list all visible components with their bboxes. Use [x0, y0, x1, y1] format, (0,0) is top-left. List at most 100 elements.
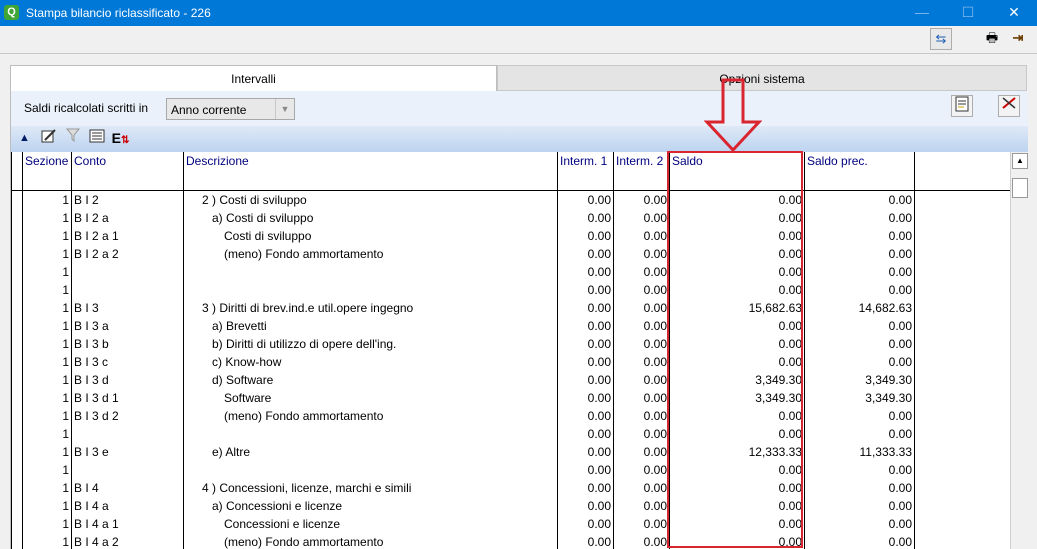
cell-saldo: 0.00 — [669, 335, 805, 353]
cell-saldo-prec: 0.00 — [804, 227, 915, 245]
cell-filler — [914, 317, 1011, 335]
filter-icon[interactable] — [62, 128, 83, 149]
table-row[interactable]: 1 0.00 0.00 0.00 0.00 — [11, 461, 1011, 479]
table-row[interactable]: 1B I 4 a 1 Concessioni e licenze 0.00 0.00 0… — [11, 515, 1011, 533]
cell-interm-2: 0.00 — [613, 209, 670, 227]
cell-saldo-prec: 0.00 — [804, 263, 915, 281]
header-descrizione[interactable]: Descrizione — [183, 152, 558, 191]
grid-toolbar: ▲ E⇅ — [11, 126, 1028, 152]
cell-saldo-prec: 0.00 — [804, 425, 915, 443]
cell-descrizione: (meno) Fondo ammortamento — [183, 245, 558, 263]
table-row[interactable]: 1B I 22 ) Costi di sviluppo 0.00 0.00 0.00 0… — [11, 190, 1011, 209]
header-interm-2[interactable]: Interm. 2 — [613, 152, 670, 191]
vertical-scrollbar[interactable]: ▲ — [1010, 152, 1028, 549]
anno-select[interactable]: Anno corrente ▼ — [166, 98, 295, 120]
title-bar: Q Stampa bilancio riclassificato - 226 —… — [0, 0, 1037, 26]
sort-up-icon[interactable]: ▲ — [14, 128, 35, 149]
document-svg — [955, 96, 969, 112]
edit-pen-icon[interactable] — [998, 95, 1020, 117]
row-selector — [11, 317, 23, 335]
table-row[interactable]: 1B I 2 a 2 (meno) Fondo ammortamento 0.00 0… — [11, 245, 1011, 263]
table-row[interactable]: 1B I 3 d 2 (meno) Fondo ammortamento 0.00 0… — [11, 407, 1011, 425]
cell-filler — [914, 353, 1011, 371]
edit-grid-icon[interactable] — [38, 128, 59, 149]
cell-conto: B I 4 a — [71, 497, 184, 515]
cell-descrizione: a) Concessioni e licenze — [183, 497, 558, 515]
filter-svg — [65, 128, 80, 143]
cell-interm-1: 0.00 — [557, 515, 614, 533]
cell-interm-2: 0.00 — [613, 190, 670, 209]
table-row[interactable]: 1 0.00 0.00 0.00 0.00 — [11, 281, 1011, 299]
table-row[interactable]: 1B I 2 a 1 Costi di sviluppo 0.00 0.00 0.00 0… — [11, 227, 1011, 245]
cell-saldo-prec: 11,333.33 — [804, 443, 915, 461]
cell-interm-2: 0.00 — [613, 353, 670, 371]
row-selector — [11, 389, 23, 407]
tab-opzioni-sistema[interactable]: Opzioni sistema — [497, 65, 1027, 91]
table-row[interactable]: 1B I 2 a a) Costi di sviluppo 0.00 0.00 0.00… — [11, 209, 1011, 227]
table-row[interactable]: 1B I 3 c c) Know-how 0.00 0.00 0.00 0.00 — [11, 353, 1011, 371]
cell-descrizione: Concessioni e licenze — [183, 515, 558, 533]
table-row[interactable]: 1B I 3 a a) Brevetti 0.00 0.00 0.00 0.00 — [11, 317, 1011, 335]
refresh-icon[interactable]: ⇆ — [930, 28, 952, 50]
cell-interm-1: 0.00 — [557, 299, 614, 317]
table-row[interactable]: 1 0.00 0.00 0.00 0.00 — [11, 263, 1011, 281]
document-icon[interactable] — [951, 95, 973, 117]
cell-descrizione: 3 ) Diritti di brev.ind.e util.opere ing… — [183, 299, 558, 317]
cell-interm-1: 0.00 — [557, 335, 614, 353]
cell-saldo: 0.00 — [669, 245, 805, 263]
cell-saldo-prec: 0.00 — [804, 479, 915, 497]
row-selector — [11, 209, 23, 227]
list-svg — [89, 129, 104, 143]
cell-sezione: 1 — [22, 335, 72, 353]
header-sezione[interactable]: Sezione — [22, 152, 72, 191]
maximize-button[interactable]: ☐ — [945, 0, 991, 26]
export-excel-icon[interactable]: E⇅ — [110, 128, 131, 149]
cell-descrizione: Software — [183, 389, 558, 407]
table-row[interactable]: 1B I 44 ) Concessioni, licenze, marchi e… — [11, 479, 1011, 497]
cell-descrizione: d) Software — [183, 371, 558, 389]
header-saldo[interactable]: Saldo — [669, 152, 805, 191]
table-row[interactable]: 1 0.00 0.00 0.00 0.00 — [11, 425, 1011, 443]
cell-filler — [914, 371, 1011, 389]
cell-descrizione — [183, 425, 558, 443]
cell-conto: B I 3 c — [71, 353, 184, 371]
cell-saldo: 3,349.30 — [669, 389, 805, 407]
header-saldo-prec[interactable]: Saldo prec. — [804, 152, 915, 191]
header-interm-1[interactable]: Interm. 1 — [557, 152, 614, 191]
cell-interm-2: 0.00 — [613, 479, 670, 497]
scroll-up-icon[interactable]: ▲ — [1012, 153, 1028, 169]
cell-interm-1: 0.00 — [557, 479, 614, 497]
table-row[interactable]: 1B I 3 d d) Software 0.00 0.00 3,349.30 3,349… — [11, 371, 1011, 389]
cell-descrizione: 4 ) Concessioni, licenze, marchi e simil… — [183, 479, 558, 497]
chevron-down-icon[interactable]: ▼ — [275, 99, 294, 119]
cell-saldo: 12,333.33 — [669, 443, 805, 461]
cell-conto: B I 2 a 1 — [71, 227, 184, 245]
header-conto[interactable]: Conto — [71, 152, 184, 191]
print-icon[interactable]: 🖶 — [981, 28, 1003, 50]
list-icon[interactable] — [86, 128, 107, 149]
cell-interm-1: 0.00 — [557, 263, 614, 281]
table-row[interactable]: 1B I 3 d 1 Software 0.00 0.00 3,349.30 3,349.… — [11, 389, 1011, 407]
tab-intervalli[interactable]: Intervalli — [10, 65, 497, 92]
cell-filler — [914, 497, 1011, 515]
exit-icon[interactable]: ⇥ — [1007, 28, 1029, 50]
cell-interm-1: 0.00 — [557, 317, 614, 335]
row-selector — [11, 515, 23, 533]
edit-pen-svg — [1002, 97, 1016, 109]
table-row[interactable]: 1B I 33 ) Diritti di brev.ind.e util.ope… — [11, 299, 1011, 317]
cell-interm-2: 0.00 — [613, 407, 670, 425]
close-button[interactable]: ✕ — [991, 0, 1037, 26]
edit-grid-svg — [41, 129, 56, 143]
row-selector — [11, 299, 23, 317]
data-grid[interactable]: Sezione Conto Descrizione Interm. 1 Inte… — [11, 152, 1028, 549]
cell-saldo-prec: 3,349.30 — [804, 389, 915, 407]
table-row[interactable]: 1B I 4 a a) Concessioni e licenze 0.00 0.00… — [11, 497, 1011, 515]
cell-saldo-prec: 0.00 — [804, 353, 915, 371]
minimize-button[interactable]: — — [899, 0, 945, 26]
cell-descrizione — [183, 461, 558, 479]
table-row[interactable]: 1B I 3 e e) Altre 0.00 0.00 12,333.33 11,333.… — [11, 443, 1011, 461]
scroll-thumb[interactable] — [1012, 178, 1028, 198]
down-arrow-annotation-icon — [704, 78, 762, 152]
table-row[interactable]: 1B I 3 b b) Diritti di utilizzo di opere … — [11, 335, 1011, 353]
table-row[interactable]: 1B I 4 a 2 (meno) Fondo ammortamento 0.00 0… — [11, 533, 1011, 549]
